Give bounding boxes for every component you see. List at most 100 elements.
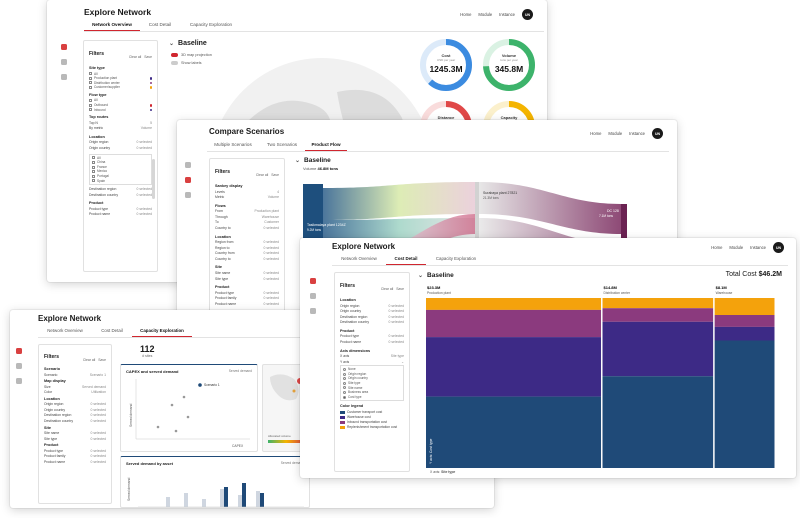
nav-home-link[interactable]: Home [590, 131, 601, 136]
tab-two-scenarios[interactable]: Two Scenarios [259, 142, 305, 151]
scenario-select[interactable]: Scenario Scenario 1 [44, 373, 106, 379]
mekko-segment[interactable] [426, 309, 602, 338]
settings-icon[interactable] [310, 308, 316, 314]
chart-icon[interactable] [310, 293, 316, 299]
section-location: Location [44, 396, 60, 401]
toggle-3d-projection[interactable]: 3D map projection [171, 53, 212, 57]
page-title: Explore Network [84, 7, 152, 17]
capex-point-label: Scenario 1 [204, 383, 220, 387]
gauge-volume: Volume tons per year 345.8M [482, 38, 536, 92]
clear-all-button[interactable]: Clear all [83, 358, 95, 362]
product-name-select[interactable]: Product name 0 selected [215, 302, 279, 308]
mekko-segment[interactable] [714, 315, 775, 327]
country-to-select-2[interactable]: Country to 0 selected [215, 257, 279, 263]
clear-all-button[interactable]: Clear all [256, 173, 268, 177]
section-product: Product [44, 443, 59, 448]
capex-scatter-plot[interactable]: Scenario 1 CAPEX Served demand [126, 377, 254, 451]
product-name-select[interactable]: Product name 0 selected [89, 212, 152, 218]
tab-cost-detail[interactable]: Cost Detail [386, 256, 426, 265]
nav-instance-link[interactable]: Instance [499, 12, 515, 17]
map-icon[interactable] [310, 278, 316, 284]
section-flow-type: Flow type [89, 92, 107, 97]
mekko-segment[interactable] [602, 298, 714, 309]
map-icon[interactable] [185, 162, 191, 168]
tab-capacity-exploration[interactable]: Capacity Exploration [180, 22, 242, 31]
side-rail [16, 348, 22, 384]
radio-cost-type[interactable]: Cost type [343, 395, 401, 400]
y-axis-options: None Origin region Origin country Site t… [340, 365, 404, 402]
mekko-segment[interactable] [426, 337, 602, 397]
settings-icon[interactable] [185, 192, 191, 198]
tab-cost-detail[interactable]: Cost Detail [140, 22, 180, 31]
mekko-segment[interactable] [426, 396, 602, 468]
nav-module-link[interactable]: Module [729, 245, 743, 250]
sankey-node-left-value: 9.2M tons [307, 228, 321, 232]
destination-country-select[interactable]: Destination country 0 selected [44, 419, 106, 425]
toggle-show-labels[interactable]: Show labels [171, 61, 212, 65]
tab-multiple-scenarios[interactable]: Multiple Scenarios [207, 142, 259, 151]
nav-home-link[interactable]: Home [711, 245, 722, 250]
baseline-heading[interactable]: ⌄ Baseline [418, 272, 454, 279]
settings-icon[interactable] [61, 74, 67, 80]
settings-icon[interactable] [16, 378, 22, 384]
nav-module-link[interactable]: Module [608, 131, 622, 136]
chart-icon[interactable] [61, 59, 67, 65]
avatar[interactable]: UN [652, 128, 663, 139]
tab-cost-detail[interactable]: Cost Detail [92, 328, 132, 337]
origin-country-select[interactable]: Origin country 0 selected [89, 146, 152, 152]
mekko-segment[interactable] [602, 376, 714, 468]
nav-instance-link[interactable]: Instance [750, 245, 766, 250]
destination-country-select[interactable]: Destination country 0 selected [89, 193, 152, 199]
cost-mekko-chart[interactable]: $23.3MProduction plant $14.8MDistribution… [424, 284, 782, 470]
save-button[interactable]: Save [271, 173, 279, 177]
baseline-heading[interactable]: ⌄ Baseline [169, 40, 207, 47]
checkbox-customer-supplier[interactable]: Customer/supplier [89, 85, 152, 90]
product-name-select[interactable]: Product name 0 selected [340, 340, 404, 346]
served-demand-bar-chart[interactable]: Served demand [126, 467, 306, 507]
checkbox-spain[interactable]: Spain [92, 179, 149, 184]
chart-icon[interactable] [16, 363, 22, 369]
destination-country-select[interactable]: Destination country 0 selected [340, 320, 404, 326]
save-button[interactable]: Save [98, 358, 106, 362]
checkbox-inbound[interactable]: Inbound [89, 108, 152, 113]
avatar[interactable]: UN [773, 242, 784, 253]
tab-network-overview[interactable]: Network Overview [84, 22, 140, 31]
section-product: Product [215, 285, 230, 290]
mekko-segment[interactable] [426, 298, 602, 310]
product-name-select[interactable]: Product name 0 selected [44, 460, 106, 466]
capex-metric-dropdown[interactable]: Served demand [229, 369, 252, 374]
served-demand-y-label: Served demand [127, 478, 131, 501]
side-rail [310, 278, 316, 314]
y-axis-caption: Y axis: Cost type [429, 439, 433, 464]
mekko-segment[interactable] [714, 326, 775, 341]
nav-module-link[interactable]: Module [478, 12, 492, 17]
tab-capacity-exploration[interactable]: Capacity Exploration [426, 256, 486, 265]
baseline-heading[interactable]: ⌄ Baseline [295, 157, 331, 164]
nav-home-link[interactable]: Home [460, 12, 471, 17]
save-button[interactable]: Save [144, 55, 152, 59]
map-icon[interactable] [16, 348, 22, 354]
site-type-select[interactable]: Site type 0 selected [215, 277, 279, 283]
mekko-segment[interactable] [602, 321, 714, 377]
site-type-select[interactable]: Site type 0 selected [44, 437, 106, 443]
chart-icon[interactable] [185, 177, 191, 183]
tab-capacity-exploration[interactable]: Capacity Exploration [132, 328, 192, 337]
nav-instance-link[interactable]: Instance [629, 131, 645, 136]
clear-all-button[interactable]: Clear all [381, 287, 393, 291]
tab-network-overview[interactable]: Network Overview [38, 328, 92, 337]
color-select[interactable]: Color Utilization [44, 390, 106, 396]
mekko-segment[interactable] [714, 298, 775, 315]
metric-select[interactable]: Metric Volume [215, 195, 279, 201]
mekko-segment[interactable] [602, 308, 714, 322]
section-location: Location [215, 234, 231, 239]
tab-network-overview[interactable]: Network Overview [332, 256, 386, 265]
clear-all-button[interactable]: Clear all [129, 55, 141, 59]
map-icon[interactable] [61, 44, 67, 50]
save-button[interactable]: Save [396, 287, 404, 291]
avatar[interactable]: UN [522, 9, 533, 20]
mekko-segment[interactable] [714, 340, 775, 469]
country-to-select[interactable]: Country to 0 selected [215, 226, 279, 232]
tab-product-flow[interactable]: Product Flow [305, 142, 347, 151]
by-metric-select[interactable]: By metric Volume [89, 126, 152, 132]
filters-scrollbar[interactable] [152, 159, 155, 199]
